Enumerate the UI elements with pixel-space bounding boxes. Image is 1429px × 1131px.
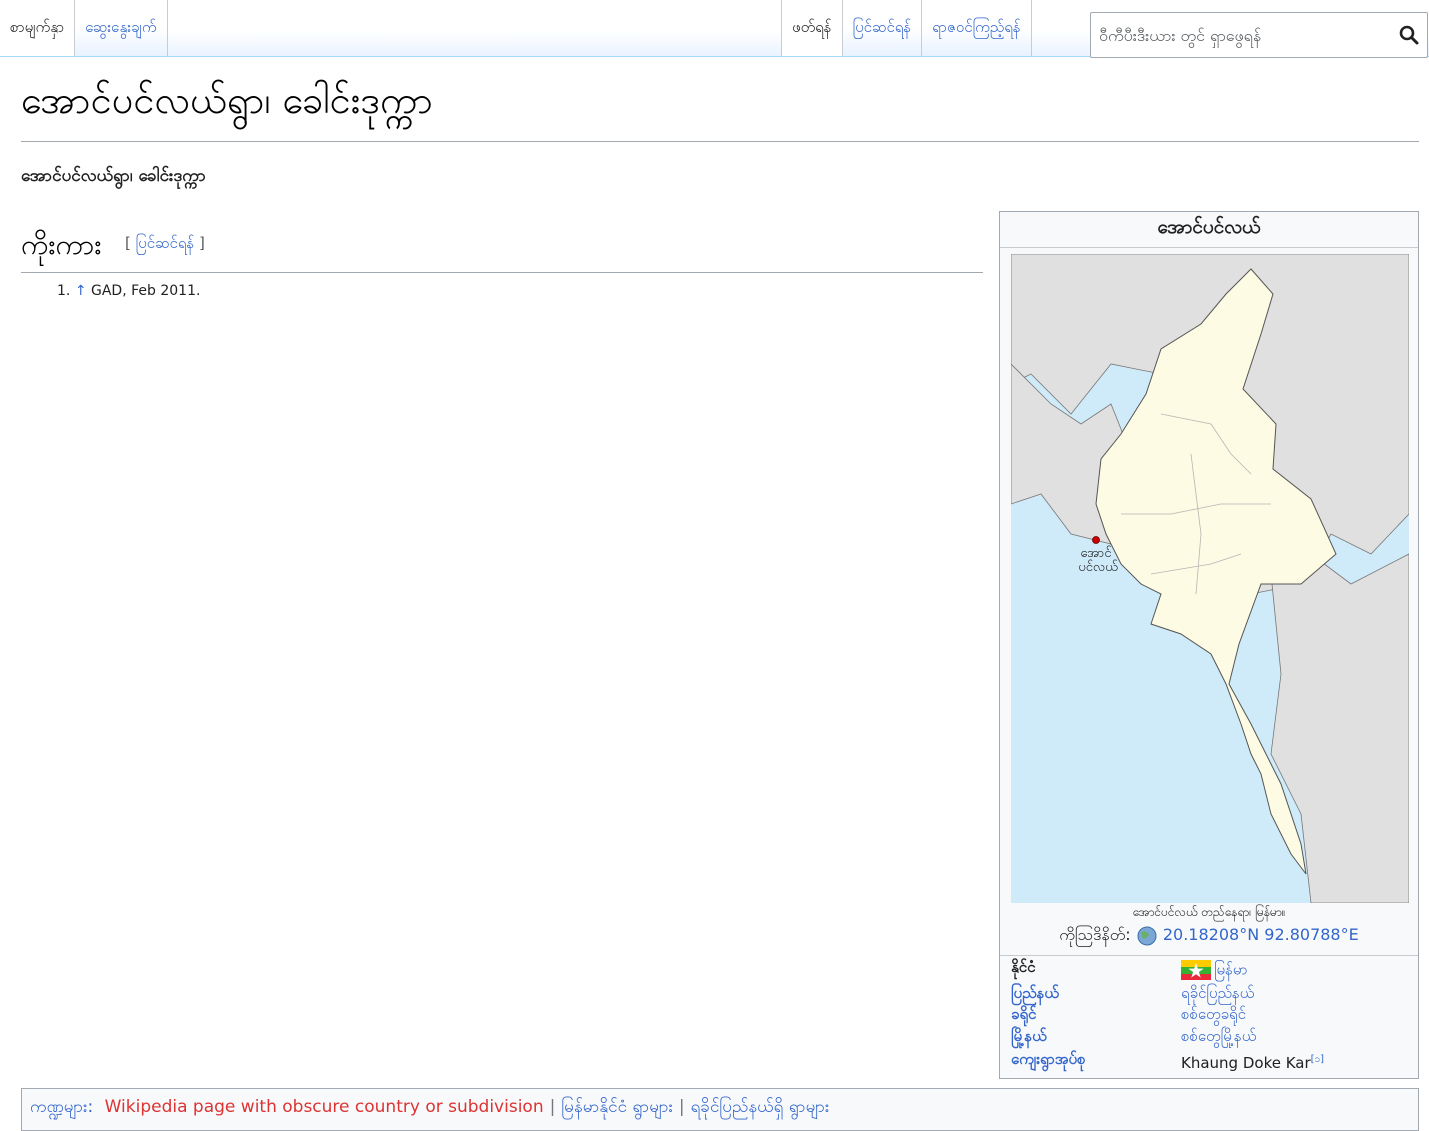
category-separator: | (549, 1097, 556, 1117)
myanmar-flag-icon (1181, 960, 1211, 980)
category-link-rakhine-villages[interactable]: ရခိုင်ပြည်နယ်ရှိ ရွာများ (691, 1097, 830, 1117)
reference-superscript[interactable]: [၁] (1311, 1054, 1324, 1065)
search-box (1090, 12, 1428, 58)
row-label-village-tract[interactable]: ကျေးရွာအုပ်စု (1011, 1050, 1086, 1072)
map-label-line2: ပင်လယ် (1078, 559, 1118, 575)
coordinates: ကိုဩဒိနိတ်: 20.18208°N 92.80788°E (1000, 924, 1418, 948)
village-tract-text: Khaung Doke Kar (1181, 1054, 1311, 1072)
title-divider (21, 141, 1419, 142)
view-tabs: ဖတ်ရန် ပြင်ဆင်ရန် ရာဇဝင်ကြည့်ရန် (781, 0, 1032, 56)
infobox-title: အောင်ပင်လယ် (1000, 212, 1418, 248)
infobox-divider (1000, 955, 1418, 956)
tab-talk[interactable]: ဆွေးနွေးချက် (75, 0, 168, 56)
edit-bracket-close: ] (194, 234, 205, 252)
page-title: အောင်ပင်လယ်ရွာ၊ ခေါင်းဒုက္ကာ (21, 78, 433, 122)
reference-item: 1. ↑ GAD, Feb 2011. (57, 283, 200, 299)
location-marker (1092, 536, 1100, 544)
map-label: အောင် ပင်လယ် (1078, 545, 1118, 575)
location-map[interactable]: အောင် ပင်လယ် (1011, 254, 1409, 903)
row-label-district[interactable]: ခရိုင် (1011, 1005, 1036, 1027)
row-value-township[interactable]: စစ်တွေမြို့နယ် (1181, 1027, 1256, 1049)
row-label-township[interactable]: မြို့နယ် (1011, 1027, 1047, 1049)
infobox: အောင်ပင်လယ် အောင် ပင်လယ် အောင်ပင်လယ် တည်… (999, 211, 1419, 1079)
category-link-obscure-country[interactable]: Wikipedia page with obscure country or s… (105, 1097, 544, 1117)
search-icon[interactable] (1397, 23, 1421, 47)
section-heading-references: ကိုးကား (21, 228, 102, 261)
top-navigation: စာမျက်နှာ ဆွေးနွေးချက် ဖတ်ရန် ပြင်ဆင်ရန်… (0, 0, 1429, 58)
reference-number: 1. (57, 283, 71, 299)
coordinates-label: ကိုဩဒိနိတ်: (1059, 925, 1131, 944)
row-value-state[interactable]: ရခိုင်ပြည်နယ် (1181, 984, 1254, 1006)
country-link[interactable]: မြန်မာ (1214, 961, 1248, 979)
row-label-state[interactable]: ပြည်နယ် (1011, 984, 1059, 1006)
namespace-tabs: စာမျက်နှာ ဆွေးနွေးချက် (0, 0, 168, 56)
reference-backlink[interactable]: ↑ (75, 283, 87, 299)
edit-bracket-open: [ (125, 234, 136, 252)
map-caption: အောင်ပင်လယ် တည်နေရာ၊ မြန်မာ။ (1132, 905, 1286, 919)
row-value-country: မြန်မာ (1181, 960, 1248, 983)
category-separator: | (678, 1097, 685, 1117)
section-divider (21, 272, 983, 273)
map-label-line1: အောင် (1080, 545, 1112, 561)
category-links: ကဏ္ဍများ: Wikipedia page with obscure co… (21, 1088, 1419, 1131)
tab-read[interactable]: ဖတ်ရန် (781, 0, 843, 56)
reference-text: GAD, Feb 2011. (91, 283, 201, 299)
tab-article[interactable]: စာမျက်နှာ (0, 0, 76, 56)
coordinates-value[interactable]: 20.18208°N 92.80788°E (1163, 925, 1359, 944)
myanmar-map-image: အောင် ပင်လယ် (1011, 254, 1409, 903)
tab-history[interactable]: ရာဇဝင်ကြည့်ရန် (922, 0, 1032, 56)
category-link-myanmar-villages[interactable]: မြန်မာနိုင်ငံ ရွာများ (561, 1097, 673, 1117)
search-input[interactable] (1097, 15, 1391, 55)
categories-label[interactable]: ကဏ္ဍများ: (30, 1097, 93, 1117)
row-value-village-tract: Khaung Doke Kar[၁] (1181, 1052, 1324, 1072)
globe-icon[interactable] (1136, 926, 1158, 946)
section-edit-link: [ ပြင်ဆင်ရန် ] (125, 234, 205, 256)
section-edit-button[interactable]: ပြင်ဆင်ရန် (136, 234, 195, 252)
row-value-district[interactable]: စစ်တွေခရိုင် (1181, 1005, 1246, 1027)
tab-edit[interactable]: ပြင်ဆင်ရန် (842, 0, 923, 56)
lead-text: အောင်ပင်လယ်ရွာ၊ ခေါင်းဒုက္ကာ (21, 166, 206, 186)
row-label-country: နိုင်ငံ (1011, 958, 1036, 976)
